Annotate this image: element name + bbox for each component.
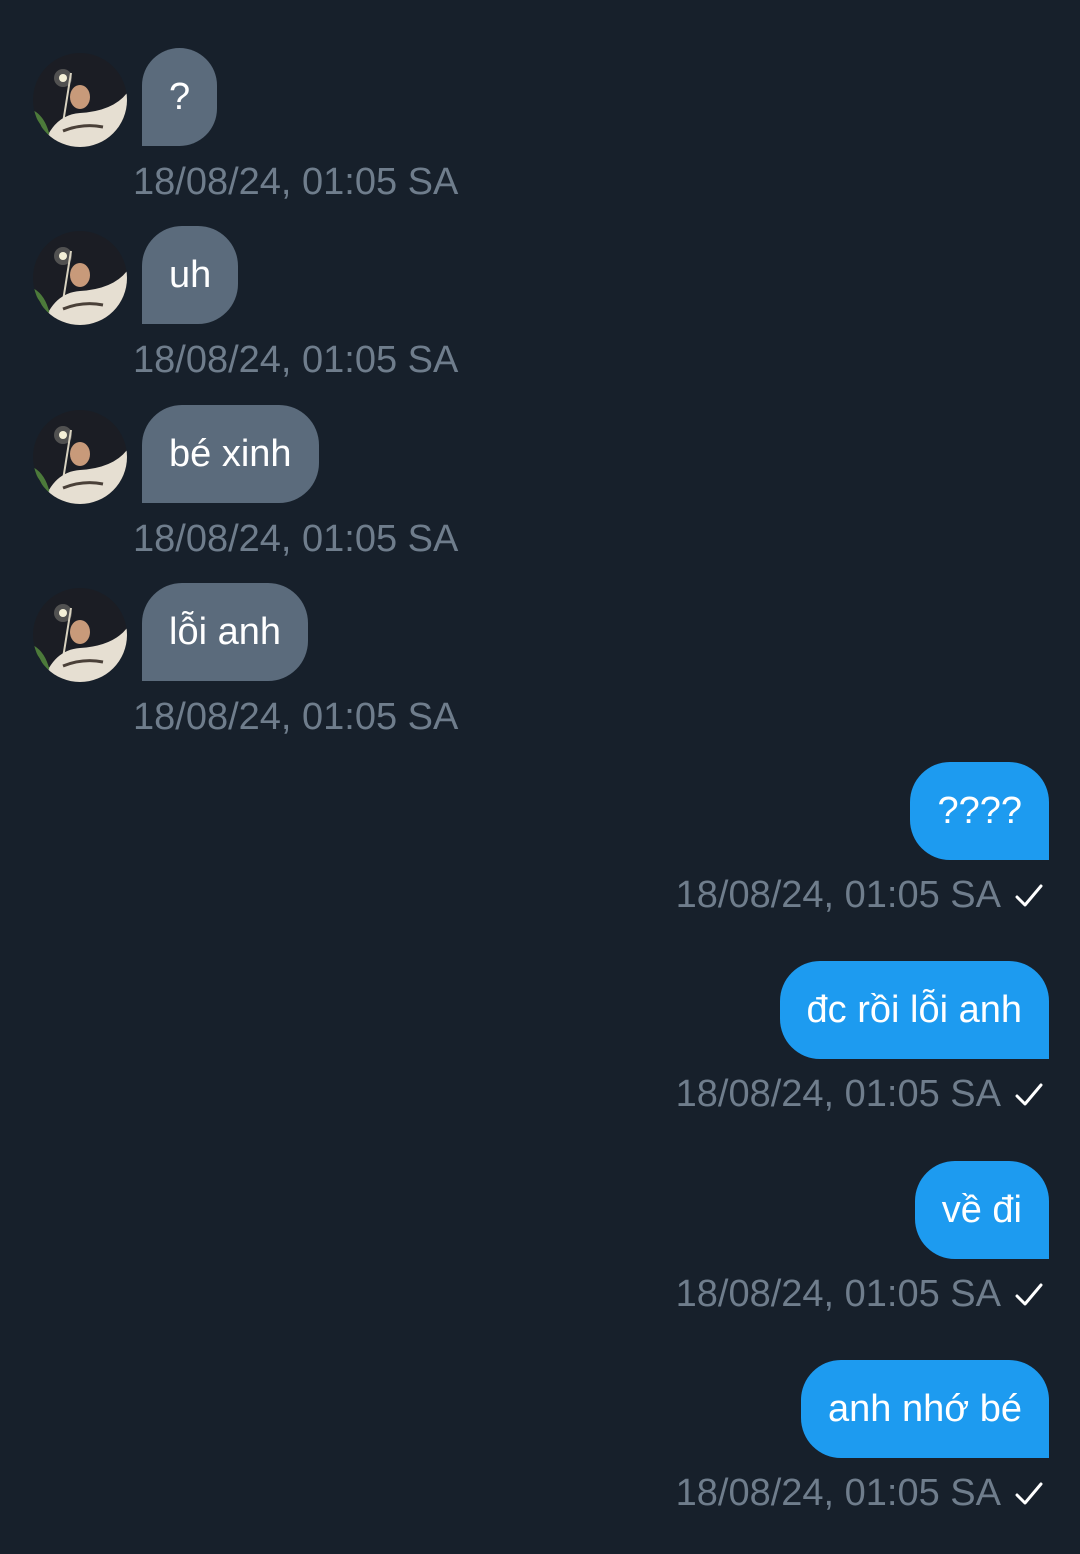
message-timestamp: 18/08/24, 01:05 SA [133,161,459,203]
message-timestamp: 18/08/24, 01:05 SA [133,696,459,738]
message-thread: ? 18/08/24, 01:05 SA uh 18/08/24, 01:05 … [0,0,1080,1554]
message-bubble[interactable]: bé xinh [142,405,319,503]
avatar-photo-icon [33,588,127,682]
message-bubble[interactable]: ? [142,48,218,146]
sender-avatar[interactable] [33,410,127,504]
check-icon [1015,1083,1043,1106]
message-bubble[interactable]: anh nhớ bé [801,1360,1049,1458]
check-icon [1015,1482,1043,1505]
check-icon [1015,1283,1043,1306]
sender-avatar[interactable] [33,588,127,682]
avatar-photo-icon [33,53,127,147]
sender-avatar[interactable] [33,231,127,325]
message-timestamp: 18/08/24, 01:05 SA [675,874,1001,916]
message-timestamp: 18/08/24, 01:05 SA [133,518,459,560]
message-timestamp: 18/08/24, 01:05 SA [675,1273,1001,1315]
message-timestamp: 18/08/24, 01:05 SA [675,1472,1001,1514]
message-bubble[interactable]: về đi [914,1161,1049,1259]
message-bubble[interactable]: đc rồi lỗi anh [779,961,1049,1059]
avatar-photo-icon [33,410,127,504]
message-bubble[interactable]: ???? [910,762,1049,860]
message-bubble[interactable]: uh [142,226,239,324]
sender-avatar[interactable] [33,53,127,147]
message-timestamp: 18/08/24, 01:05 SA [675,1073,1001,1115]
check-icon [1015,884,1043,907]
message-bubble[interactable]: lỗi anh [142,583,308,681]
message-timestamp: 18/08/24, 01:05 SA [133,339,459,381]
avatar-photo-icon [33,231,127,325]
